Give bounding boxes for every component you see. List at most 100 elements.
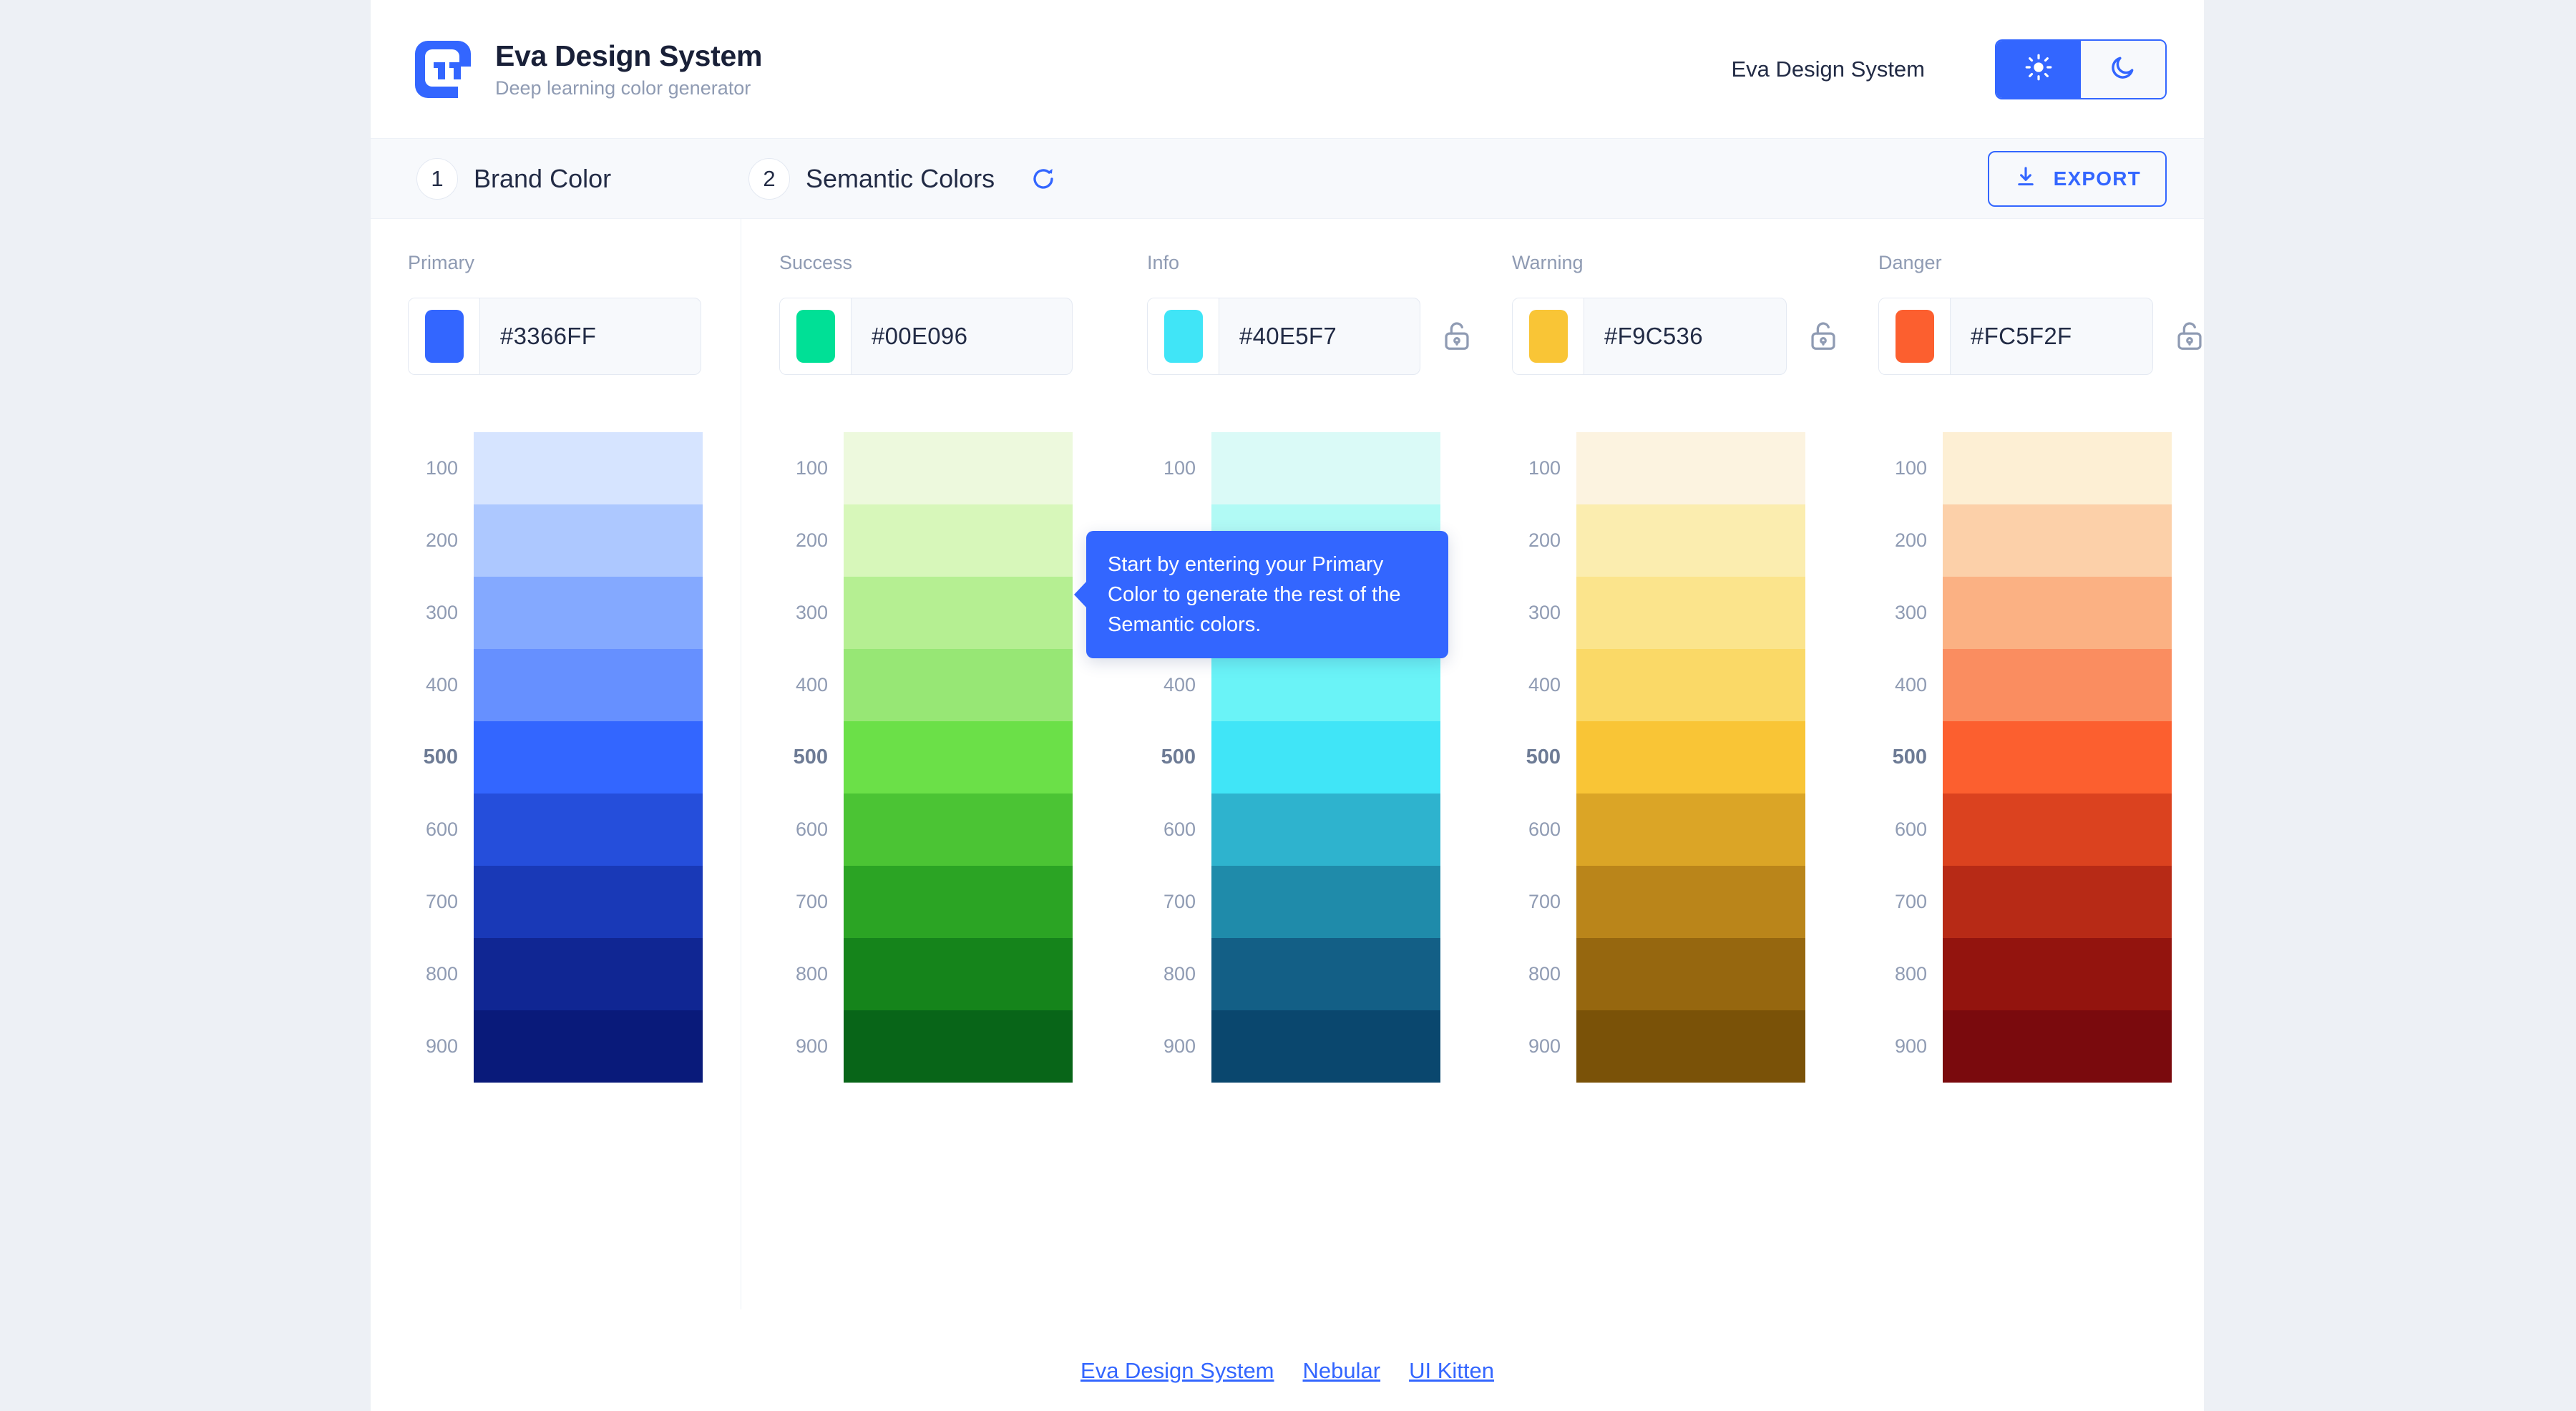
swatch-danger-600[interactable]	[1943, 794, 2172, 866]
scale-swatches	[1943, 432, 2172, 1083]
swatch-success-600[interactable]	[844, 794, 1073, 866]
color-picker-swatch-danger[interactable]	[1879, 298, 1951, 374]
swatch-success-800[interactable]	[844, 938, 1073, 1010]
swatch-success-900[interactable]	[844, 1010, 1073, 1083]
swatch-warning-300[interactable]	[1576, 577, 1805, 649]
step-brand-color[interactable]: 1 Brand Color	[408, 157, 733, 200]
palette-label-primary: Primary	[408, 252, 474, 273]
swatch-success-400[interactable]	[844, 649, 1073, 721]
swatch-success-100[interactable]	[844, 432, 1073, 504]
scale-label-900: 900	[425, 1035, 458, 1057]
lock-toggle-warning[interactable]	[1807, 318, 1840, 355]
scale-swatches	[1576, 432, 1805, 1083]
color-picker-swatch-primary[interactable]	[409, 298, 480, 374]
footer-link-ui-kitten[interactable]: UI Kitten	[1409, 1358, 1494, 1384]
swatch-info-500[interactable]	[1211, 721, 1440, 794]
color-scale-success: 100 200 300 400 500 600 700 800 900	[779, 432, 1107, 1083]
color-input-info[interactable]: #40E5F7	[1147, 298, 1420, 375]
color-picker-swatch-info[interactable]	[1148, 298, 1219, 374]
swatch-danger-500[interactable]	[1943, 721, 2172, 794]
swatch-danger-400[interactable]	[1943, 649, 2172, 721]
color-input-danger[interactable]: #FC5F2F	[1878, 298, 2153, 375]
swatch-warning-500[interactable]	[1576, 721, 1805, 794]
swatch-warning-700[interactable]	[1576, 866, 1805, 938]
step-semantic-colors[interactable]: 2 Semantic Colors	[733, 157, 1058, 200]
swatch-warning-900[interactable]	[1576, 1010, 1805, 1083]
swatch-danger-900[interactable]	[1943, 1010, 2172, 1083]
hex-value-success[interactable]: #00E096	[852, 323, 967, 350]
scale-labels: 100 200 300 400 500 600 700 800 900	[408, 432, 474, 1083]
scale-label-900: 900	[1163, 1035, 1196, 1057]
step-2-badge: 2	[748, 157, 790, 200]
swatch-success-200[interactable]	[844, 504, 1073, 577]
scale-label-600: 600	[1894, 819, 1927, 840]
scale-labels: 100 200 300 400 500 600 700 800 900	[1512, 432, 1576, 1083]
swatch-danger-100[interactable]	[1943, 432, 2172, 504]
swatch-warning-800[interactable]	[1576, 938, 1805, 1010]
swatch-primary-500[interactable]	[474, 721, 703, 794]
hex-value-primary[interactable]: #3366FF	[480, 323, 596, 350]
palette-column-warning: Warning #F9C536 100 200 300 400 500 600 700 800…	[1473, 219, 1840, 1332]
swatch-success-500[interactable]	[844, 721, 1073, 794]
swatch-primary-300[interactable]	[474, 577, 703, 649]
scale-label-900: 900	[1528, 1035, 1561, 1057]
theme-toggle[interactable]	[1995, 39, 2167, 99]
lock-toggle-danger[interactable]	[2173, 318, 2206, 355]
lock-toggle-info[interactable]	[1440, 318, 1473, 355]
color-picker-swatch-success[interactable]	[780, 298, 852, 374]
step-2-title: Semantic Colors	[806, 163, 995, 193]
swatch-success-700[interactable]	[844, 866, 1073, 938]
swatch-primary-600[interactable]	[474, 794, 703, 866]
swatch-danger-800[interactable]	[1943, 938, 2172, 1010]
scale-label-400: 400	[1894, 674, 1927, 695]
color-input-row-danger: #FC5F2F	[1878, 298, 2206, 375]
swatch-info-800[interactable]	[1211, 938, 1440, 1010]
export-button[interactable]: EXPORT	[1987, 150, 2167, 207]
swatch-warning-600[interactable]	[1576, 794, 1805, 866]
theme-light-button[interactable]	[1996, 40, 2081, 98]
scale-label-500: 500	[793, 746, 828, 768]
color-picker-swatch-warning[interactable]	[1513, 298, 1584, 374]
swatch-primary-900[interactable]	[474, 1010, 703, 1083]
step-1-title: Brand Color	[474, 163, 612, 193]
color-chip-icon	[1528, 310, 1568, 363]
refresh-icon[interactable]	[1029, 165, 1058, 193]
scale-label-400: 400	[1163, 674, 1196, 695]
hex-value-danger[interactable]: #FC5F2F	[1951, 323, 2072, 350]
footer-link-nebular[interactable]: Nebular	[1303, 1358, 1381, 1384]
scale-label-800: 800	[795, 963, 828, 985]
hex-value-info[interactable]: #40E5F7	[1219, 323, 1337, 350]
swatch-primary-800[interactable]	[474, 938, 703, 1010]
swatch-success-300[interactable]	[844, 577, 1073, 649]
swatch-info-600[interactable]	[1211, 794, 1440, 866]
app-window: Eva Design System Deep learning color ge…	[371, 0, 2204, 1411]
swatch-primary-400[interactable]	[474, 649, 703, 721]
swatch-warning-100[interactable]	[1576, 432, 1805, 504]
color-chip-icon	[796, 310, 835, 363]
swatch-info-400[interactable]	[1211, 649, 1440, 721]
hex-value-warning[interactable]: #F9C536	[1584, 323, 1703, 350]
theme-dark-button[interactable]	[2081, 40, 2165, 98]
swatch-info-100[interactable]	[1211, 432, 1440, 504]
swatch-primary-700[interactable]	[474, 866, 703, 938]
swatch-danger-700[interactable]	[1943, 866, 2172, 938]
swatch-warning-400[interactable]	[1576, 649, 1805, 721]
scale-label-400: 400	[425, 674, 458, 695]
swatch-primary-200[interactable]	[474, 504, 703, 577]
brand-logo-group[interactable]: Eva Design System Deep learning color ge…	[408, 35, 763, 104]
scale-label-800: 800	[1163, 963, 1196, 985]
palette-column-danger: Danger #FC5F2F 100 200 300 400 500 600 700 800 9…	[1840, 219, 2206, 1332]
swatch-primary-100[interactable]	[474, 432, 703, 504]
scale-swatches	[1211, 432, 1440, 1083]
color-input-primary[interactable]: #3366FF	[408, 298, 701, 375]
swatch-danger-200[interactable]	[1943, 504, 2172, 577]
swatch-info-900[interactable]	[1211, 1010, 1440, 1083]
swatch-danger-300[interactable]	[1943, 577, 2172, 649]
swatch-warning-200[interactable]	[1576, 504, 1805, 577]
color-input-success[interactable]: #00E096	[779, 298, 1073, 375]
color-input-warning[interactable]: #F9C536	[1512, 298, 1787, 375]
scale-label-200: 200	[425, 529, 458, 551]
scale-label-900: 900	[795, 1035, 828, 1057]
footer-link-eva[interactable]: Eva Design System	[1080, 1358, 1274, 1384]
swatch-info-700[interactable]	[1211, 866, 1440, 938]
